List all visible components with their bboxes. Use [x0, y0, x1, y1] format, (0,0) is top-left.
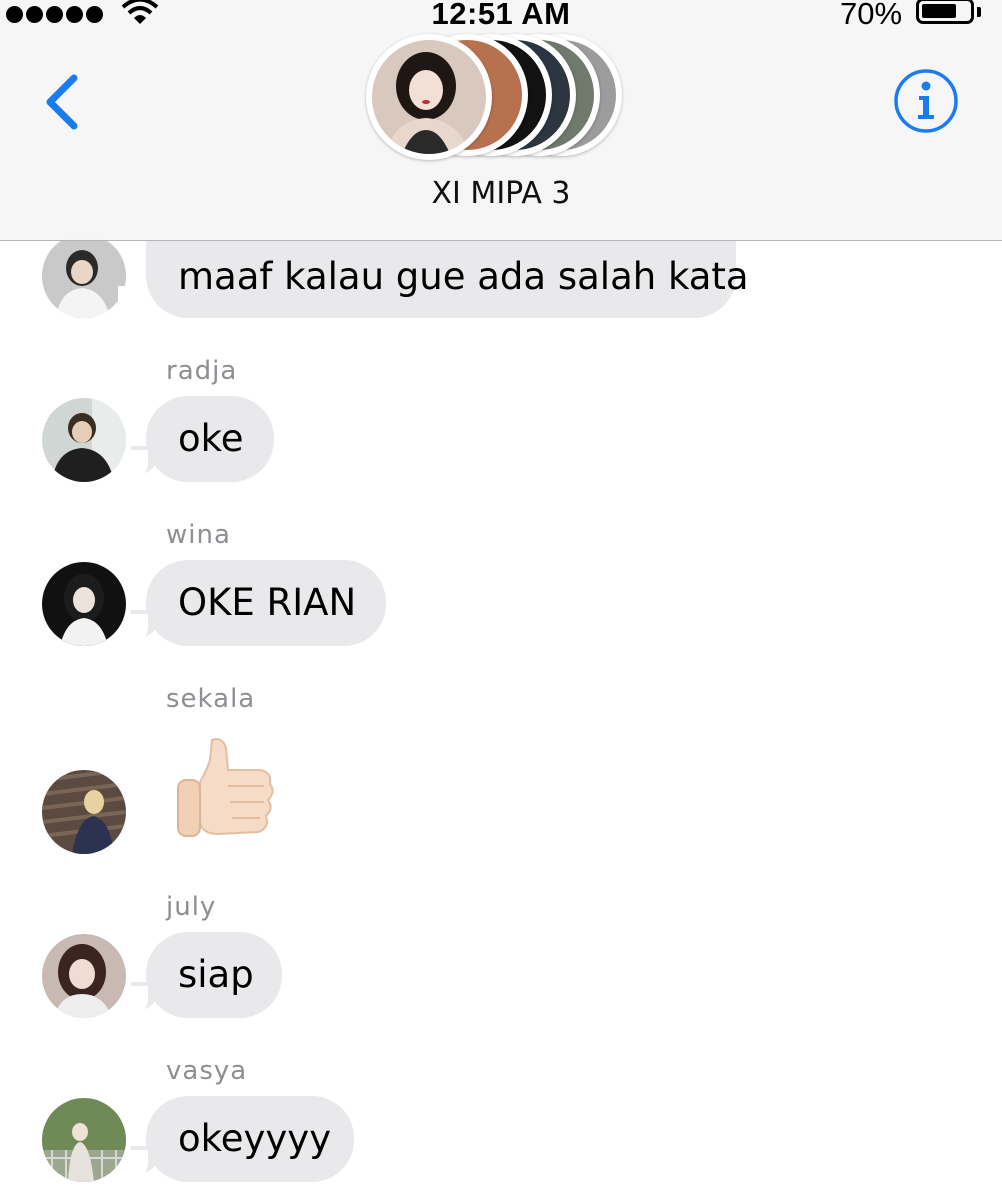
sender-name: july: [166, 892, 217, 922]
avatar[interactable]: [42, 1098, 126, 1182]
avatar[interactable]: [42, 562, 126, 646]
avatar[interactable]: [42, 234, 126, 318]
chevron-left-icon[interactable]: [40, 72, 84, 132]
message-text: okeyyyy: [178, 1117, 332, 1160]
group-avatar-main: [366, 34, 492, 160]
sender-name: sekala: [166, 684, 256, 714]
avatar[interactable]: [42, 770, 126, 854]
conversation-header: 12:51 AM 70% XI MIPA 3: [0, 0, 1002, 241]
avatar[interactable]: [42, 934, 126, 1018]
message-bubble[interactable]: okeyyyy: [146, 1096, 354, 1182]
message-text: siap: [178, 953, 254, 996]
battery-icon: [916, 0, 974, 24]
message-text: OKE RIAN: [178, 581, 357, 624]
message-text: oke: [178, 417, 244, 460]
group-name[interactable]: XI MIPA 3: [0, 176, 1002, 211]
message-bubble[interactable]: oke: [146, 396, 274, 482]
thumbs-up-icon[interactable]: [172, 736, 282, 840]
status-bar: 12:51 AM 70%: [0, 0, 1002, 36]
group-avatar-stack[interactable]: [366, 34, 636, 160]
message-bubble[interactable]: siap: [146, 932, 282, 1018]
battery-percentage: 70%: [840, 0, 903, 31]
message-text: maaf kalau gue ada salah kata: [178, 255, 749, 298]
sender-name: vasya: [166, 1056, 248, 1086]
message-bubble[interactable]: OKE RIAN: [146, 560, 386, 646]
info-icon[interactable]: [892, 67, 960, 135]
sender-name: wina: [166, 520, 231, 550]
avatar[interactable]: [42, 398, 126, 482]
sender-name: radja: [166, 356, 238, 386]
